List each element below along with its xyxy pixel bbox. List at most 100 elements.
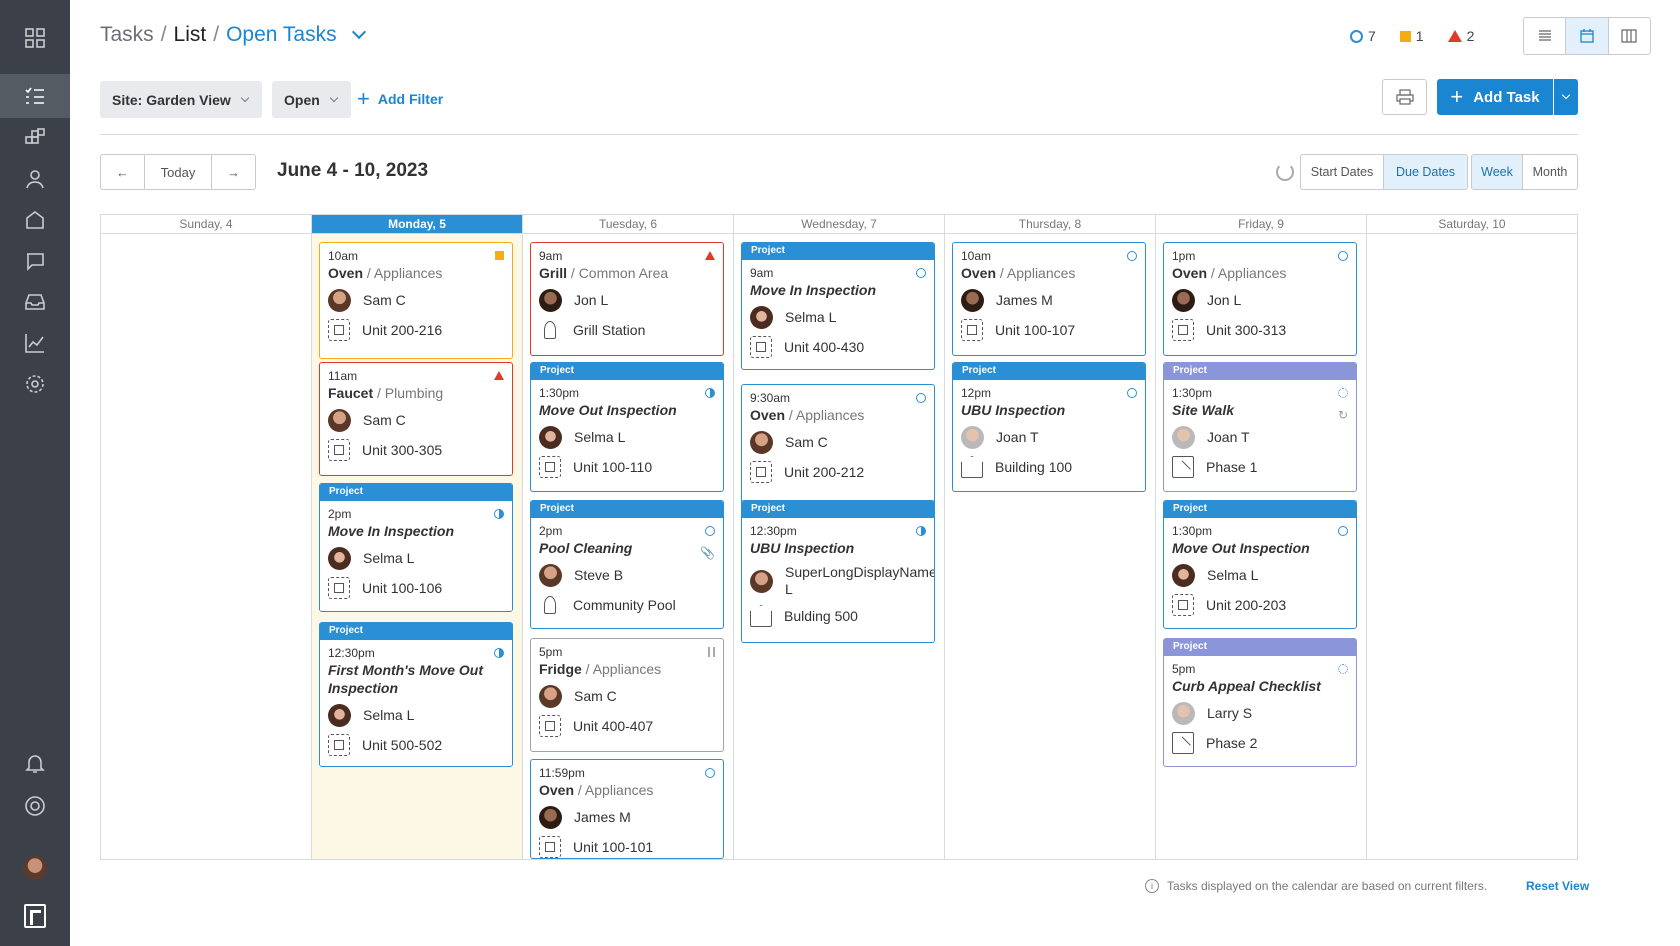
add-task-dropdown[interactable] <box>1554 79 1578 115</box>
assignee-avatar <box>961 426 984 449</box>
status-pause-icon <box>708 647 715 657</box>
apps-grid-icon[interactable] <box>0 16 70 60</box>
site-filter[interactable]: Site: Garden View <box>100 81 262 118</box>
add-task-button[interactable]: + Add Task <box>1437 79 1553 115</box>
status-filter[interactable]: Open <box>272 81 351 118</box>
month-button[interactable]: Month <box>1523 155 1577 189</box>
dashboard-icon[interactable] <box>0 116 70 160</box>
properties-icon[interactable] <box>0 198 70 242</box>
status-tri-icon <box>494 371 504 380</box>
task-card[interactable]: 10am Oven / Appliances Sam C Unit 200-216 <box>319 242 513 359</box>
task-title: First Month's Move Out Inspection <box>328 661 504 697</box>
reports-icon[interactable] <box>0 321 70 365</box>
bell-icon[interactable] <box>0 741 70 785</box>
messages-icon[interactable] <box>0 239 70 283</box>
task-title: Oven / Appliances <box>328 264 504 282</box>
task-card[interactable]: Project 12:30pm First Month's Move Out Ins… <box>319 622 513 767</box>
task-category: / Plumbing <box>373 385 444 401</box>
assignee-name: James M <box>996 292 1053 308</box>
task-card[interactable]: 11:59pm Oven / Appliances James M Unit 100-… <box>530 759 724 859</box>
settings-gear-icon[interactable] <box>0 362 70 406</box>
location-name: Unit 500-502 <box>362 736 443 753</box>
task-card[interactable]: 1pm Oven / Appliances Jon L Unit 300-313 <box>1163 242 1357 356</box>
task-category: / Common Area <box>567 265 669 281</box>
next-week-button[interactable]: → <box>212 155 255 189</box>
task-card[interactable]: Project 2pm Move In Inspection Selma L Unit … <box>319 483 513 612</box>
help-icon[interactable] <box>0 784 70 828</box>
location-row: Grill Station <box>539 319 715 341</box>
tasks-icon[interactable] <box>0 74 70 118</box>
breadcrumb-list[interactable]: List <box>174 23 207 47</box>
task-card[interactable]: Project 12pm UBU Inspection Joan T Building … <box>952 362 1146 492</box>
task-title: Oven / Appliances <box>750 406 926 424</box>
today-button[interactable]: Today <box>145 155 212 189</box>
week-button[interactable]: Week <box>1472 155 1524 189</box>
day-column[interactable]: Project 9am Move In Inspection Selma L Unit … <box>734 234 945 859</box>
date-mode-toggle: Start Dates Due Dates <box>1300 154 1468 190</box>
task-card[interactable]: 5pm Fridge / Appliances Sam C Unit 400-407 <box>530 638 724 752</box>
location-row: Unit 300-313 <box>1172 319 1348 341</box>
people-icon[interactable] <box>0 157 70 201</box>
assignee-avatar <box>539 806 562 829</box>
location-row: Phase 2 <box>1172 732 1348 754</box>
day-column[interactable] <box>1367 234 1578 859</box>
task-card[interactable]: Project 1:30pm Move Out Inspection Selma L U… <box>1163 500 1357 629</box>
assignee-name: Selma L <box>1207 567 1259 583</box>
inbox-icon[interactable] <box>0 280 70 324</box>
high-count[interactable]: 2 <box>1447 28 1474 44</box>
breadcrumb-tasks[interactable]: Tasks <box>100 23 154 47</box>
assignee-avatar <box>961 289 984 312</box>
day-column[interactable]: 10am Oven / Appliances James M Unit 100-107… <box>945 234 1156 859</box>
task-card[interactable]: 9am Grill / Common Area Jon L Grill Station <box>530 242 724 356</box>
task-card[interactable]: Project 2pm Pool Cleaning Steve B Community … <box>530 500 724 629</box>
task-category-text: Common Area <box>578 265 669 281</box>
day-column[interactable]: 1pm Oven / Appliances Jon L Unit 300-313 Pro… <box>1156 234 1367 859</box>
task-card-body: 11:59pm Oven / Appliances James M Unit 100-… <box>531 760 723 858</box>
task-title-text: Oven <box>328 265 364 281</box>
prev-week-button[interactable]: ← <box>101 155 145 189</box>
task-card-body: 12:30pm First Month's Move Out Inspection… <box>320 640 512 756</box>
location-name: Unit 100-107 <box>995 321 1076 338</box>
day-header: Sunday, 4 <box>101 215 312 234</box>
status-circle-icon <box>1127 251 1137 261</box>
task-card[interactable]: Project 1:30pm Move Out Inspection Selma L U… <box>530 362 724 492</box>
location-row: Unit 100-107 <box>961 319 1137 341</box>
task-card-body: 12pm UBU Inspection Joan T Building 100 <box>953 380 1145 478</box>
user-avatar[interactable] <box>23 856 47 880</box>
task-time: 1:30pm <box>1172 386 1213 400</box>
assignee-name: Selma L <box>785 309 837 325</box>
project-tag: Project <box>531 501 723 518</box>
medium-count[interactable]: 1 <box>1399 28 1424 44</box>
refresh-icon[interactable] <box>1276 163 1294 181</box>
task-card[interactable]: 10am Oven / Appliances James M Unit 100-107 <box>952 242 1146 356</box>
task-card[interactable]: Project 12:30pm UBU Inspection SuperLongDis… <box>741 500 935 643</box>
task-card[interactable]: Project 9am Move In Inspection Selma L Unit … <box>741 242 935 370</box>
reset-view-link[interactable]: Reset View <box>1526 879 1589 893</box>
list-view-button[interactable] <box>1524 18 1567 54</box>
task-category-text: Appliances <box>592 661 662 677</box>
print-button[interactable] <box>1382 79 1427 115</box>
medium-count-value: 1 <box>1415 28 1424 44</box>
task-card[interactable]: Project 5pm Curb Appeal Checklist Larry S Ph… <box>1163 638 1357 767</box>
day-column[interactable]: 9am Grill / Common Area Jon L Grill Station… <box>523 234 734 859</box>
task-card[interactable]: Project 1:30pm Site Walk Joan T Phase 1 ↻ <box>1163 362 1357 492</box>
due-dates-button[interactable]: Due Dates <box>1384 155 1467 189</box>
task-card[interactable]: 9:30am Oven / Appliances Sam C Unit 200-212 <box>741 384 935 513</box>
location-row: Building 100 <box>961 456 1137 478</box>
location-row: Unit 100-110 <box>539 456 715 478</box>
calendar-view-button[interactable] <box>1566 18 1609 54</box>
status-dot-icon <box>1338 664 1348 674</box>
task-title-text: Oven <box>539 782 575 798</box>
task-card[interactable]: 11am Faucet / Plumbing Sam C Unit 300-305 <box>319 362 513 476</box>
task-card-body: 9am Move In Inspection Selma L Unit 400-430 <box>742 260 934 358</box>
open-count[interactable]: 7 <box>1350 28 1376 44</box>
location-name: Grill Station <box>573 321 646 338</box>
add-filter-button[interactable]: + Add Filter <box>357 84 443 114</box>
start-dates-button[interactable]: Start Dates <box>1301 155 1384 189</box>
chevron-down-icon[interactable] <box>351 24 366 40</box>
saved-view-title[interactable]: Open Tasks <box>226 23 337 47</box>
board-view-button[interactable] <box>1609 18 1650 54</box>
day-column[interactable] <box>101 234 312 859</box>
assignee-name: Sam C <box>574 688 617 704</box>
day-column[interactable]: 10am Oven / Appliances Sam C Unit 200-216 11… <box>312 234 523 859</box>
